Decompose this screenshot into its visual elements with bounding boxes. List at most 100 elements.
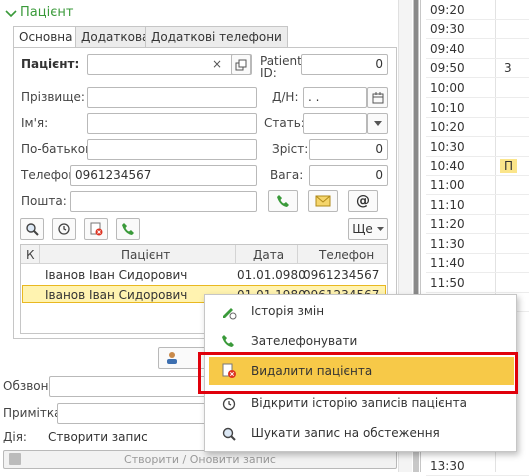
- edit-history-icon: [223, 308, 237, 320]
- call-label: Обзвон:: [3, 379, 53, 393]
- slot-time: 10:40: [430, 159, 465, 173]
- delete-button[interactable]: [84, 218, 108, 240]
- dob-label: Д/Н:: [272, 90, 299, 104]
- call-button[interactable]: [268, 190, 298, 212]
- column-k[interactable]: К: [26, 248, 35, 262]
- schedule-slot[interactable]: 10:40 П: [426, 156, 529, 176]
- action-label: Дія:: [3, 430, 27, 444]
- schedule-slot[interactable]: 11:30: [426, 234, 529, 254]
- schedule-slot[interactable]: 11:20: [426, 214, 529, 234]
- schedule-slot[interactable]: 10:10: [426, 98, 529, 118]
- email-field[interactable]: [70, 191, 257, 212]
- patient-id-field[interactable]: 0: [301, 54, 388, 75]
- schedule-slot[interactable]: 09:40: [426, 39, 529, 59]
- schedule-slot[interactable]: 10:30: [426, 137, 529, 157]
- open-window-icon: [235, 59, 247, 70]
- row-phone: 0961234567: [303, 268, 380, 282]
- slot-time: 09:50: [430, 61, 465, 75]
- phone-field[interactable]: 0961234567: [70, 165, 257, 186]
- slot-time: 11:00: [430, 178, 465, 192]
- phone-icon: [222, 335, 234, 347]
- open-patient-button[interactable]: [231, 54, 251, 75]
- section-title: Пацієнт: [20, 5, 74, 20]
- name-field[interactable]: [87, 113, 257, 134]
- schedule-slot[interactable]: 10:20: [426, 117, 529, 137]
- collapse-chevron-icon[interactable]: [4, 7, 18, 21]
- slot-time: 10:20: [430, 120, 465, 134]
- magnifier-icon: [222, 427, 236, 441]
- create-update-label: Створити / Оновити запис: [124, 453, 276, 466]
- row-patient: Іванов Іван Сидорович: [45, 288, 188, 302]
- slot-time: 10:30: [430, 140, 465, 154]
- slot-time: 09:20: [430, 3, 465, 17]
- sex-select[interactable]: [303, 113, 367, 134]
- create-update-button[interactable]: Створити / Оновити запис: [3, 450, 397, 469]
- more-button[interactable]: Ще: [348, 218, 388, 240]
- weight-field[interactable]: 0: [309, 165, 388, 186]
- name-label: Ім'я:: [21, 116, 49, 130]
- tab-main[interactable]: Основна: [13, 26, 79, 48]
- slot-time: 11:10: [430, 198, 465, 212]
- dob-field[interactable]: . .: [303, 87, 367, 108]
- phone-icon: [122, 223, 134, 235]
- slot-time: 11:20: [430, 217, 465, 231]
- surname-label: Прізвище:: [21, 90, 85, 104]
- patronymic-field[interactable]: [87, 139, 257, 160]
- menu-item-change-history[interactable]: Історія змін: [205, 297, 518, 327]
- calendar-icon: [372, 91, 383, 103]
- at-button[interactable]: @: [348, 190, 378, 212]
- call-patient-button[interactable]: [116, 218, 140, 240]
- action-value: Створити запис: [48, 430, 148, 444]
- schedule-slot[interactable]: 09:20: [426, 0, 529, 20]
- more-label: Ще: [352, 222, 373, 236]
- phone-icon: [277, 195, 289, 207]
- sex-dropdown-button[interactable]: [367, 113, 388, 134]
- row-patient: Іванов Іван Сидорович: [45, 268, 188, 282]
- patient-label: Пацієнт:: [21, 57, 80, 71]
- schedule-slot[interactable]: 09:50 3: [426, 58, 529, 78]
- menu-item-search-exam[interactable]: Шукати запис на обстеження: [205, 419, 518, 449]
- scrollbar-thumb[interactable]: [414, 0, 418, 300]
- save-icon: [9, 453, 21, 465]
- tab-additional-phones[interactable]: Додаткові телефони: [145, 26, 288, 47]
- search-button[interactable]: [20, 218, 44, 240]
- slot-time: 13:30: [430, 459, 465, 473]
- slot-time: 10:00: [430, 81, 465, 95]
- slot-time: 11:50: [430, 276, 465, 290]
- slot-mark: П: [500, 159, 518, 173]
- slot-time: 09:40: [430, 42, 465, 56]
- column-date[interactable]: Дата: [253, 248, 284, 262]
- height-field[interactable]: 0: [309, 139, 388, 160]
- slot-time: 11:30: [430, 237, 465, 251]
- column-phone[interactable]: Телефон: [319, 248, 374, 262]
- schedule-slot[interactable]: 11:00: [426, 175, 529, 195]
- schedule-slot[interactable]: 13:30: [426, 456, 529, 476]
- envelope-icon: [315, 195, 331, 207]
- history-icon: [222, 397, 236, 411]
- height-label: Зріст:: [272, 142, 309, 156]
- schedule-slot[interactable]: 11:10: [426, 195, 529, 215]
- schedule-slot[interactable]: 11:40: [426, 253, 529, 273]
- chevron-down-icon: [376, 226, 384, 231]
- schedule-slot[interactable]: 09:30: [426, 19, 529, 39]
- table-row[interactable]: Іванов Іван Сидорович 01.01.0980 0961234…: [21, 265, 387, 284]
- slot-time: 09:30: [430, 22, 465, 36]
- magnifier-icon: [26, 223, 39, 236]
- slot-time: 10:10: [430, 101, 465, 115]
- calendar-button[interactable]: [367, 87, 388, 108]
- at-icon: @: [356, 193, 370, 209]
- history-icon: [58, 223, 70, 235]
- sex-label: Стать:: [264, 116, 305, 130]
- schedule-slot[interactable]: 11:50: [426, 273, 529, 293]
- clear-icon[interactable]: ×: [212, 57, 222, 71]
- tab-additional[interactable]: Додаткова: [75, 26, 156, 47]
- surname-field[interactable]: [87, 87, 257, 108]
- weight-label: Вага:: [270, 168, 304, 182]
- patient-field[interactable]: [87, 54, 252, 75]
- history-button[interactable]: [52, 218, 76, 240]
- schedule-slot[interactable]: 10:00: [426, 78, 529, 98]
- send-email-button[interactable]: [308, 190, 338, 212]
- delete-document-icon: [90, 222, 103, 236]
- column-patient[interactable]: Пацієнт: [121, 248, 170, 262]
- row-date: 01.01.0980: [237, 268, 306, 282]
